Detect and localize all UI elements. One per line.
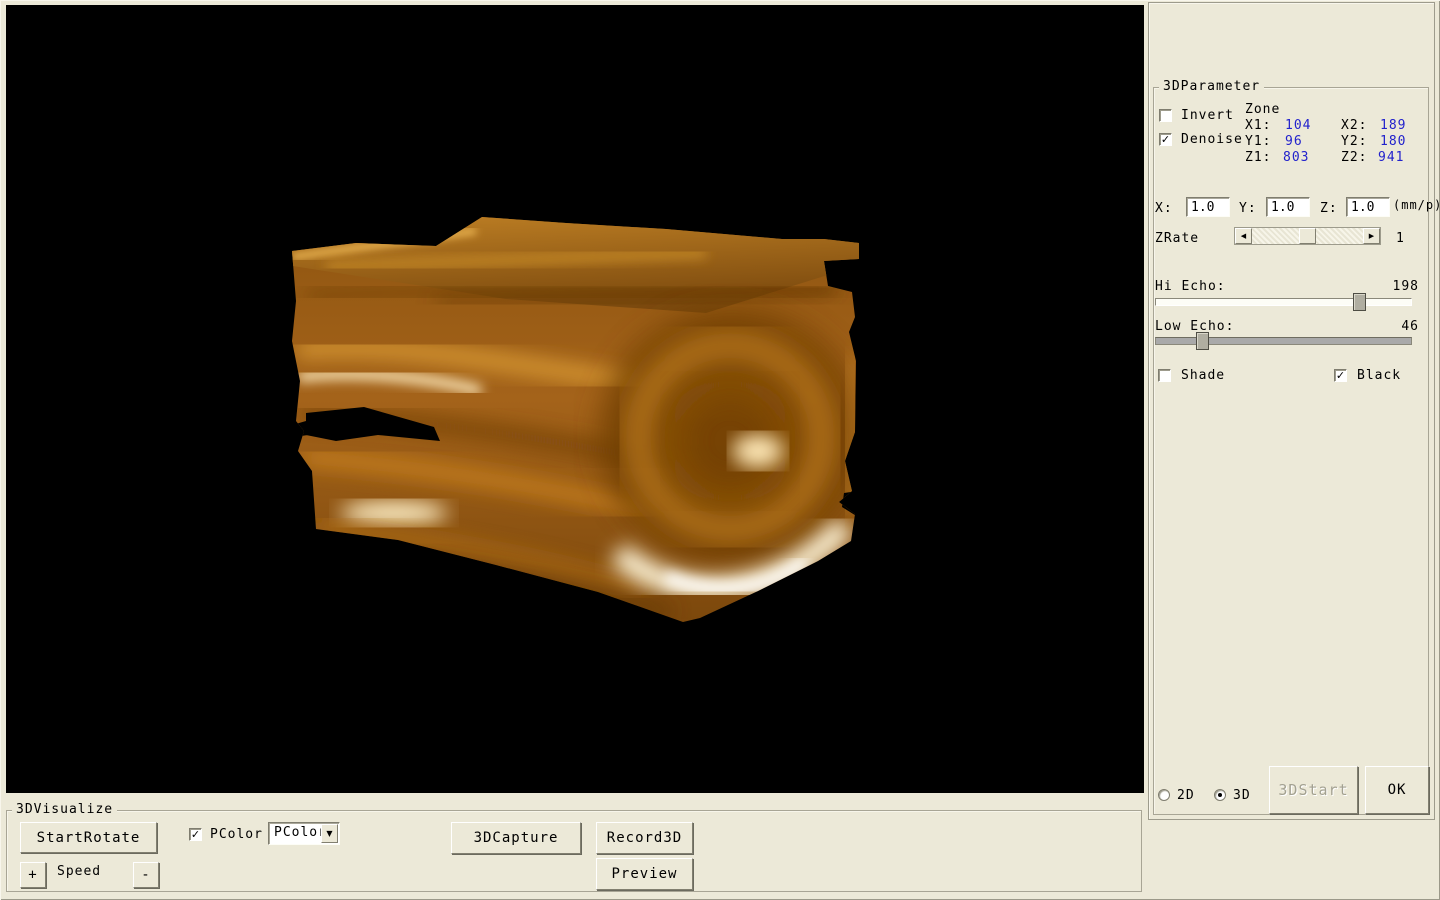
zone-z2-value: 941 <box>1378 150 1404 165</box>
zone-y1-label: Y1: <box>1245 134 1271 149</box>
zone-y2-label: Y2: <box>1341 134 1367 149</box>
pcolor-label: PColor <box>210 827 263 842</box>
low-echo-label: Low Echo: <box>1155 319 1234 334</box>
preview-button[interactable]: Preview <box>596 858 693 890</box>
zrate-right-arrow[interactable]: ▶ <box>1363 228 1380 244</box>
visualize-group-title: 3DVisualize <box>12 802 117 817</box>
voxel-z-label: Z: <box>1320 201 1338 216</box>
denoise-checkbox[interactable]: ✓ <box>1159 133 1172 146</box>
speed-plus-button[interactable]: + <box>20 862 46 888</box>
mode-3d-radio[interactable] <box>1214 789 1226 801</box>
mode-3d-label: 3D <box>1233 788 1251 803</box>
low-echo-value: 46 <box>1379 319 1419 334</box>
zrate-thumb[interactable] <box>1299 228 1316 244</box>
pcolor-dropdown[interactable]: PColor ▼ <box>268 822 340 845</box>
zone-x2-value: 189 <box>1380 118 1406 133</box>
zone-title: Zone <box>1245 102 1280 117</box>
render-viewport[interactable] <box>6 5 1144 793</box>
ok-button[interactable]: OK <box>1365 766 1429 814</box>
hi-echo-slider-thumb[interactable] <box>1353 293 1366 311</box>
application-window: 3DParameter Invert ✓ Denoise Zone X1: 10… <box>0 0 1440 900</box>
speed-label: Speed <box>57 864 101 879</box>
black-label: Black <box>1357 368 1401 383</box>
hi-echo-label: Hi Echo: <box>1155 279 1226 294</box>
zone-z1-value: 803 <box>1283 150 1309 165</box>
zrate-value: 1 <box>1396 231 1405 246</box>
zrate-label: ZRate <box>1155 231 1199 246</box>
black-checkbox[interactable]: ✓ <box>1334 369 1347 382</box>
shade-label: Shade <box>1181 368 1225 383</box>
zone-x2-label: X2: <box>1341 118 1367 133</box>
zone-x1-label: X1: <box>1245 118 1271 133</box>
pcolor-dropdown-value: PColor <box>274 825 327 840</box>
start-rotate-button[interactable]: StartRotate <box>20 822 157 853</box>
mode-2d-label: 2D <box>1177 788 1195 803</box>
zone-y1-value: 96 <box>1285 134 1303 149</box>
voxel-unit-label: (mm/p) <box>1393 198 1440 212</box>
mode-2d-radio[interactable] <box>1158 789 1170 801</box>
zrate-scrollbar[interactable]: ◀ ▶ <box>1234 227 1381 245</box>
shade-checkbox[interactable] <box>1158 369 1171 382</box>
voxel-z-input[interactable] <box>1346 197 1390 217</box>
zone-x1-value: 104 <box>1285 118 1311 133</box>
low-echo-track[interactable] <box>1155 337 1412 345</box>
invert-checkbox[interactable] <box>1159 109 1172 122</box>
voxel-y-label: Y: <box>1239 201 1257 216</box>
parameter-panel: 3DParameter Invert ✓ Denoise Zone X1: 10… <box>1148 2 1435 820</box>
speed-minus-button[interactable]: - <box>133 862 159 888</box>
invert-label: Invert <box>1181 108 1234 123</box>
low-echo-slider-thumb[interactable] <box>1196 332 1209 350</box>
hi-echo-value: 198 <box>1379 279 1419 294</box>
denoise-label: Denoise <box>1181 132 1243 147</box>
voxel-x-input[interactable] <box>1186 197 1230 217</box>
zone-z2-label: Z2: <box>1341 150 1367 165</box>
voxel-y-input[interactable] <box>1266 197 1310 217</box>
start-3d-button[interactable]: 3DStart <box>1269 766 1358 814</box>
capture-3d-button[interactable]: 3DCapture <box>451 822 581 854</box>
hi-echo-track[interactable] <box>1155 298 1412 306</box>
record-3d-button[interactable]: Record3D <box>596 822 693 854</box>
pcolor-checkbox[interactable]: ✓ <box>189 828 202 841</box>
volume-render <box>6 5 1144 793</box>
dropdown-arrow-icon[interactable]: ▼ <box>321 824 338 843</box>
voxel-x-label: X: <box>1155 201 1173 216</box>
zone-y2-value: 180 <box>1380 134 1406 149</box>
parameter-group-title: 3DParameter <box>1159 79 1264 94</box>
zrate-left-arrow[interactable]: ◀ <box>1235 228 1252 244</box>
zone-z1-label: Z1: <box>1245 150 1271 165</box>
